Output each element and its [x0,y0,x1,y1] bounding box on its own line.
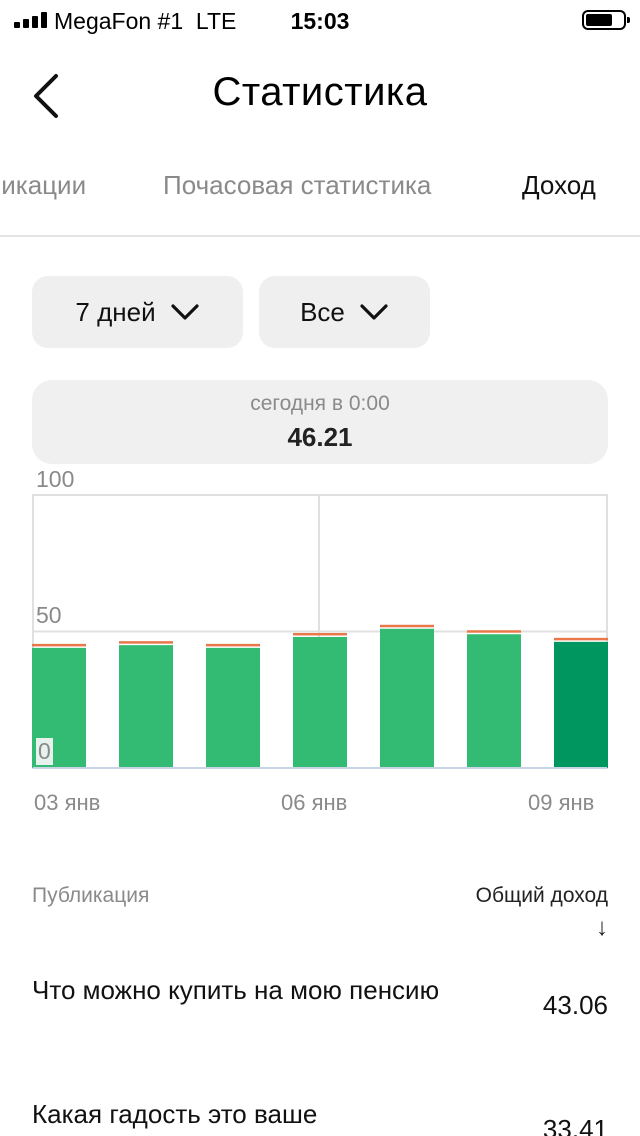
income-bar-chart[interactable]: 100 50 0 [32,464,608,780]
bar [380,628,434,768]
chevron-down-icon [170,304,199,320]
status-bar: MegaFon #1 LTE 15:03 [0,0,640,44]
x-tick-label: 09 янв [528,790,595,815]
bar [467,634,521,768]
scope-label: Все [300,296,345,327]
y-tick-label: 100 [36,466,75,492]
clock: 15:03 [0,8,640,35]
chevron-down-icon [360,304,388,320]
x-tick-label: 06 янв [281,790,348,815]
clock-text: 15:03 [290,8,350,34]
column-header-publication: Публикация [32,884,150,907]
publication-title[interactable]: Что можно купить на мою пенсию [32,972,452,1008]
chart-canvas [32,494,608,769]
sort-descending-icon[interactable]: ↓ [596,914,608,942]
bar-cap [206,643,260,647]
scope-dropdown[interactable]: Все [259,276,430,348]
bar [554,641,608,768]
publication-title[interactable]: Какая гадость это ваше [32,1096,452,1132]
battery-icon [582,10,630,30]
bar-cap [293,632,347,636]
x-tick-label: 03 янв [34,790,101,815]
publication-income: 33.41 [542,1114,608,1136]
period-label: 7 дней [75,296,156,327]
y-tick-label: 50 [36,602,62,628]
y-tick-label: 0 [36,738,53,765]
tooltip-label: сегодня в 0:00 [250,392,390,415]
chart-tooltip: сегодня в 0:00 46.21 [32,380,608,464]
publication-income: 43.06 [542,990,608,1020]
bar-cap [467,630,521,633]
tab-divider [0,235,640,237]
tab-income[interactable]: Доход [522,170,596,201]
column-header-income[interactable]: Общий доход [476,884,608,908]
bar-cap [32,643,86,647]
tab-hourly-stats[interactable]: Почасовая статистика [163,170,431,201]
navigation-header: Статистика [0,56,640,136]
page-title: Статистика [212,70,428,114]
bar [206,647,260,768]
tab-publications[interactable]: ıикации [0,170,86,201]
tab-bar: ıикации Почасовая статистика Доход [0,160,640,216]
bar-cap [119,641,173,644]
period-dropdown[interactable]: 7 дней [32,276,243,348]
bar [119,645,173,768]
bar-cap [554,637,608,641]
bar-cap [380,624,434,628]
tooltip-value: 46.21 [287,422,353,452]
bar [293,636,347,768]
